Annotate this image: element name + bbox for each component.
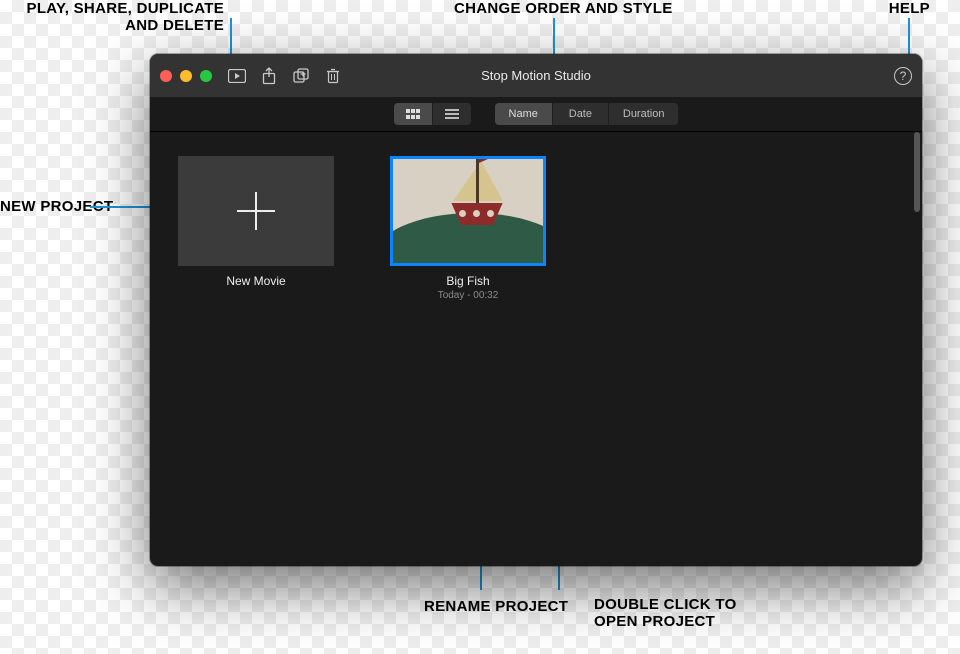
app-window: Stop Motion Studio ? Name Date Duration … xyxy=(150,54,922,566)
grid-icon xyxy=(406,109,420,119)
close-window-button[interactable] xyxy=(160,70,172,82)
view-grid-button[interactable] xyxy=(394,103,432,125)
play-button[interactable] xyxy=(228,67,246,85)
annot-rename: RENAME PROJECT xyxy=(424,598,568,615)
project-thumbnail[interactable] xyxy=(390,156,546,266)
window-controls xyxy=(160,70,212,82)
new-project-button[interactable] xyxy=(178,156,334,266)
annot-double-click: DOUBLE CLICK TOOPEN PROJECT xyxy=(594,596,737,631)
toolbar-action-group xyxy=(228,67,342,85)
share-button[interactable] xyxy=(260,67,278,85)
annot-new-project: NEW PROJECT xyxy=(0,198,87,215)
project-subtitle: Today - 00:32 xyxy=(438,290,499,301)
project-title[interactable]: Big Fish xyxy=(446,274,489,288)
new-project-card: New Movie xyxy=(178,156,334,288)
view-list-button[interactable] xyxy=(432,103,471,125)
annot-play-share: PLAY, SHARE, DUPLICATEAND DELETE xyxy=(14,0,224,35)
scrollbar-thumb[interactable] xyxy=(914,132,920,212)
plus-icon xyxy=(237,192,275,230)
thumbnail-image xyxy=(393,159,543,263)
annot-change-order: CHANGE ORDER AND STYLE xyxy=(454,0,673,17)
minimize-window-button[interactable] xyxy=(180,70,192,82)
list-icon xyxy=(445,109,459,119)
project-grid: New Movie Big Fish Today - 00:32 xyxy=(150,132,922,566)
view-style-segment xyxy=(394,103,471,125)
duplicate-button[interactable] xyxy=(292,67,310,85)
view-sort-toolbar: Name Date Duration xyxy=(150,97,922,132)
new-project-label: New Movie xyxy=(226,274,285,288)
fullscreen-window-button[interactable] xyxy=(200,70,212,82)
delete-button[interactable] xyxy=(324,67,342,85)
project-card-big-fish: Big Fish Today - 00:32 xyxy=(390,156,546,301)
sort-duration-button[interactable]: Duration xyxy=(608,103,679,125)
sort-segment: Name Date Duration xyxy=(495,103,679,125)
sort-name-button[interactable]: Name xyxy=(495,103,552,125)
annot-help: HELP xyxy=(889,0,930,17)
help-icon: ? xyxy=(900,69,907,83)
titlebar: Stop Motion Studio ? xyxy=(150,54,922,97)
help-button[interactable]: ? xyxy=(894,67,912,85)
sort-date-button[interactable]: Date xyxy=(552,103,608,125)
